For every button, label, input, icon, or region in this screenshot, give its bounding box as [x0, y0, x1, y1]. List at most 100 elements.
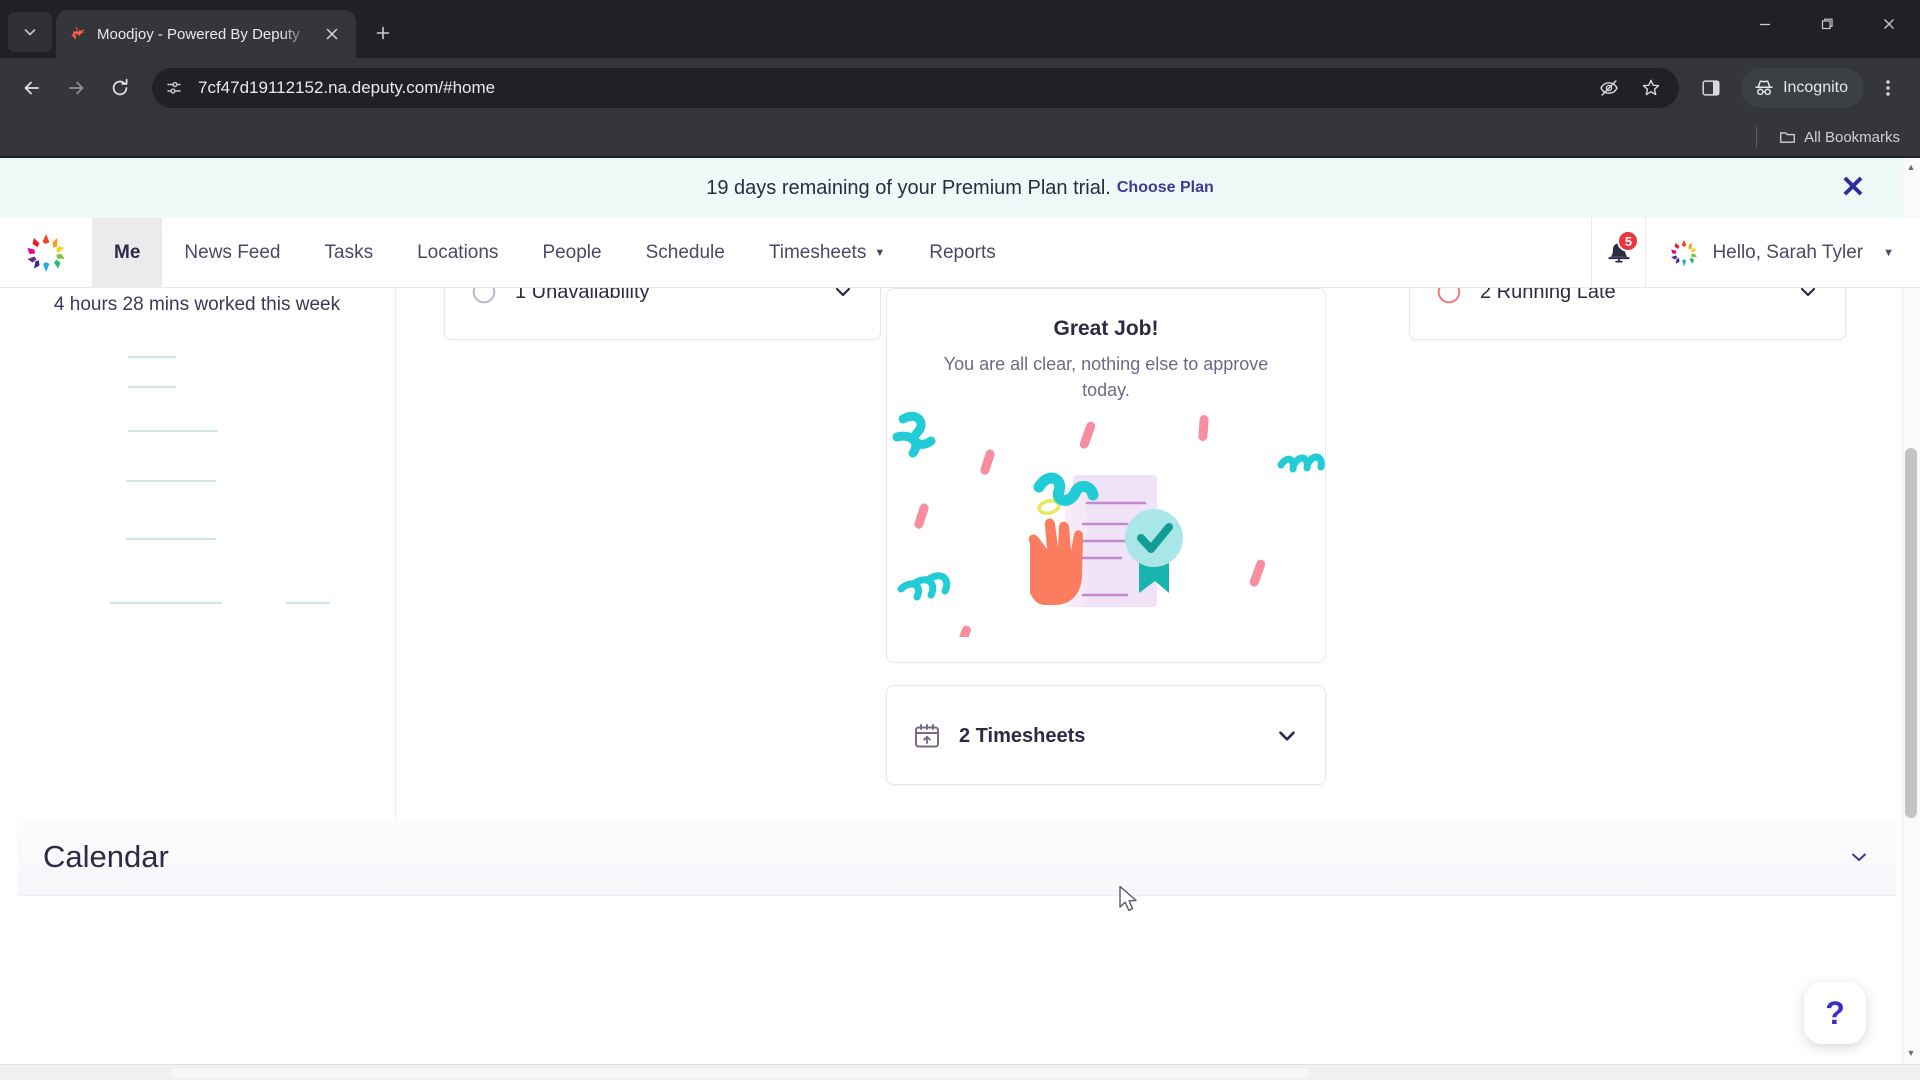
browser-window: Moodjoy - Powered By Deputy 7cf47d191121… — [0, 0, 1920, 1080]
user-menu[interactable]: Hello, Sarah Tyler ▼ — [1645, 218, 1920, 287]
approve-title: Great Job! — [1053, 317, 1159, 340]
nav-item-people[interactable]: People — [520, 218, 623, 287]
three-dot-menu-icon — [1886, 80, 1890, 96]
scroll-down-arrow[interactable]: ▼ — [1904, 1046, 1918, 1060]
eye-off-icon — [1600, 80, 1618, 96]
skeleton-line — [286, 602, 330, 604]
skeleton-line — [128, 356, 176, 358]
tab-search-chevron-icon[interactable] — [8, 12, 52, 52]
window-minimize-button[interactable] — [1734, 0, 1796, 48]
calendar-section: Calendar — [0, 818, 1920, 1080]
skeleton-line — [128, 430, 218, 432]
timesheets-card[interactable]: 2 Timesheets — [886, 685, 1326, 785]
browser-toolbar: 7cf47d19112152.na.deputy.com/#home Incog… — [0, 58, 1920, 118]
tab-close-icon[interactable] — [320, 22, 344, 46]
site-info-icon[interactable] — [158, 72, 190, 104]
skeleton-line — [126, 538, 216, 540]
running-late-circle-icon — [1437, 288, 1461, 304]
navbar-right: 5 Hello, Sarah Tyler ▼ — [1591, 218, 1920, 287]
nav-item-tasks[interactable]: Tasks — [303, 218, 396, 287]
page-content: 4 hours 28 mins worked this week 1 Unava… — [0, 288, 1920, 1080]
back-button[interactable] — [12, 68, 52, 108]
tracking-protection-button[interactable] — [1589, 68, 1629, 108]
deputy-logo[interactable] — [0, 218, 92, 287]
nav-item-label: Tasks — [324, 241, 374, 263]
running-late-card-header: 2 Running Late — [1410, 288, 1845, 329]
running-late-card[interactable]: 2 Running Late — [1409, 288, 1846, 340]
close-glyph — [326, 28, 338, 40]
window-maximize-button[interactable] — [1796, 0, 1858, 48]
arrow-right-icon — [69, 81, 84, 95]
chevron-down-icon: ▼ — [874, 246, 886, 259]
calendar-header[interactable]: Calendar — [17, 818, 1896, 896]
nav-item-timesheets[interactable]: Timesheets ▼ — [747, 218, 907, 287]
reload-button[interactable] — [100, 68, 140, 108]
chevron-down-icon[interactable] — [1848, 846, 1870, 868]
nav-item-news-feed[interactable]: News Feed — [162, 218, 302, 287]
bookmarks-divider — [1756, 127, 1758, 147]
plus-icon — [376, 26, 390, 40]
cursor-arrow-icon — [1119, 885, 1137, 912]
mouse-cursor — [1118, 885, 1140, 920]
user-avatar — [1671, 239, 1698, 266]
scroll-up-arrow[interactable]: ▲ — [1904, 160, 1918, 174]
timesheets-card-header: 2 Timesheets — [887, 686, 1325, 786]
all-bookmarks-label: All Bookmarks — [1804, 128, 1900, 146]
nav-item-label: Locations — [417, 241, 499, 263]
choose-plan-link[interactable]: Choose Plan — [1117, 179, 1214, 197]
close-icon — [1884, 19, 1894, 29]
notifications-button[interactable]: 5 — [1591, 218, 1645, 287]
address-bar[interactable]: 7cf47d19112152.na.deputy.com/#home — [152, 68, 1680, 108]
window-controls — [1734, 0, 1920, 48]
chevron-down-icon[interactable] — [1797, 288, 1819, 303]
nav-item-label: People — [542, 241, 602, 263]
app-navbar: Me News Feed Tasks Locations People Sche… — [0, 218, 1920, 288]
confetti-checklist-illustration — [887, 407, 1325, 638]
omnibox-actions — [1589, 68, 1671, 108]
side-panel-button[interactable] — [1691, 68, 1731, 108]
nav-item-reports[interactable]: Reports — [907, 218, 1018, 287]
unavailability-card[interactable]: 1 Unavailability — [444, 288, 881, 340]
calendar-body — [17, 896, 1896, 1078]
timesheets-label: 2 Timesheets — [959, 724, 1086, 747]
side-panel-icon — [1702, 80, 1720, 96]
approve-subtitle: You are all clear, nothing else to appro… — [943, 354, 1269, 401]
nav-item-schedule[interactable]: Schedule — [624, 218, 747, 287]
nav-item-me[interactable]: Me — [92, 218, 163, 287]
user-greeting: Hello, Sarah Tyler — [1712, 241, 1864, 263]
trial-banner-text: 19 days remaining of your Premium Plan t… — [706, 176, 1111, 199]
worked-hours-card: 4 hours 28 mins worked this week — [0, 288, 394, 604]
page-scrollbar-horizontal[interactable] — [0, 1064, 1920, 1080]
approvals-empty-state-card: Great Job! You are all clear, nothing el… — [886, 288, 1326, 663]
bookmark-button[interactable] — [1631, 68, 1671, 108]
incognito-indicator[interactable]: Incognito — [1741, 68, 1864, 108]
nav-item-locations[interactable]: Locations — [395, 218, 520, 287]
nav-item-label: Schedule — [645, 241, 725, 263]
chevron-down-glyph — [24, 29, 36, 36]
chevron-down-icon[interactable] — [832, 288, 854, 303]
skeleton-line — [110, 602, 222, 604]
chevron-down-icon[interactable] — [1275, 724, 1299, 748]
scrollbar-thumb-horizontal[interactable] — [170, 1068, 1310, 1078]
minimize-icon — [1760, 23, 1770, 26]
page-scrollbar-vertical[interactable]: ▲ ▼ — [1902, 158, 1920, 1080]
browser-menu-button[interactable] — [1868, 68, 1908, 108]
forward-button[interactable] — [56, 68, 96, 108]
arrow-left-icon — [24, 81, 39, 95]
help-button[interactable]: ? — [1804, 982, 1866, 1044]
browser-tab[interactable]: Moodjoy - Powered By Deputy — [56, 10, 356, 58]
banner-close-icon[interactable]: ✕ — [1836, 171, 1870, 205]
skeleton-line — [126, 480, 216, 482]
all-bookmarks-button[interactable]: All Bookmarks — [1773, 125, 1906, 150]
deputy-favicon-icon — [68, 24, 88, 44]
window-close-button[interactable] — [1858, 0, 1920, 48]
nav-item-label: Me — [114, 241, 141, 263]
running-late-label: 2 Running Late — [1480, 288, 1616, 303]
scrollbar-thumb[interactable] — [1905, 448, 1917, 818]
unavailability-label: 1 Unavailability — [515, 288, 650, 303]
new-tab-button[interactable] — [366, 16, 400, 50]
trial-banner: 19 days remaining of your Premium Plan t… — [0, 158, 1920, 218]
deputy-logo-glyph — [27, 233, 65, 272]
url-text[interactable]: 7cf47d19112152.na.deputy.com/#home — [198, 78, 1589, 98]
nav-item-label: Reports — [929, 241, 996, 263]
